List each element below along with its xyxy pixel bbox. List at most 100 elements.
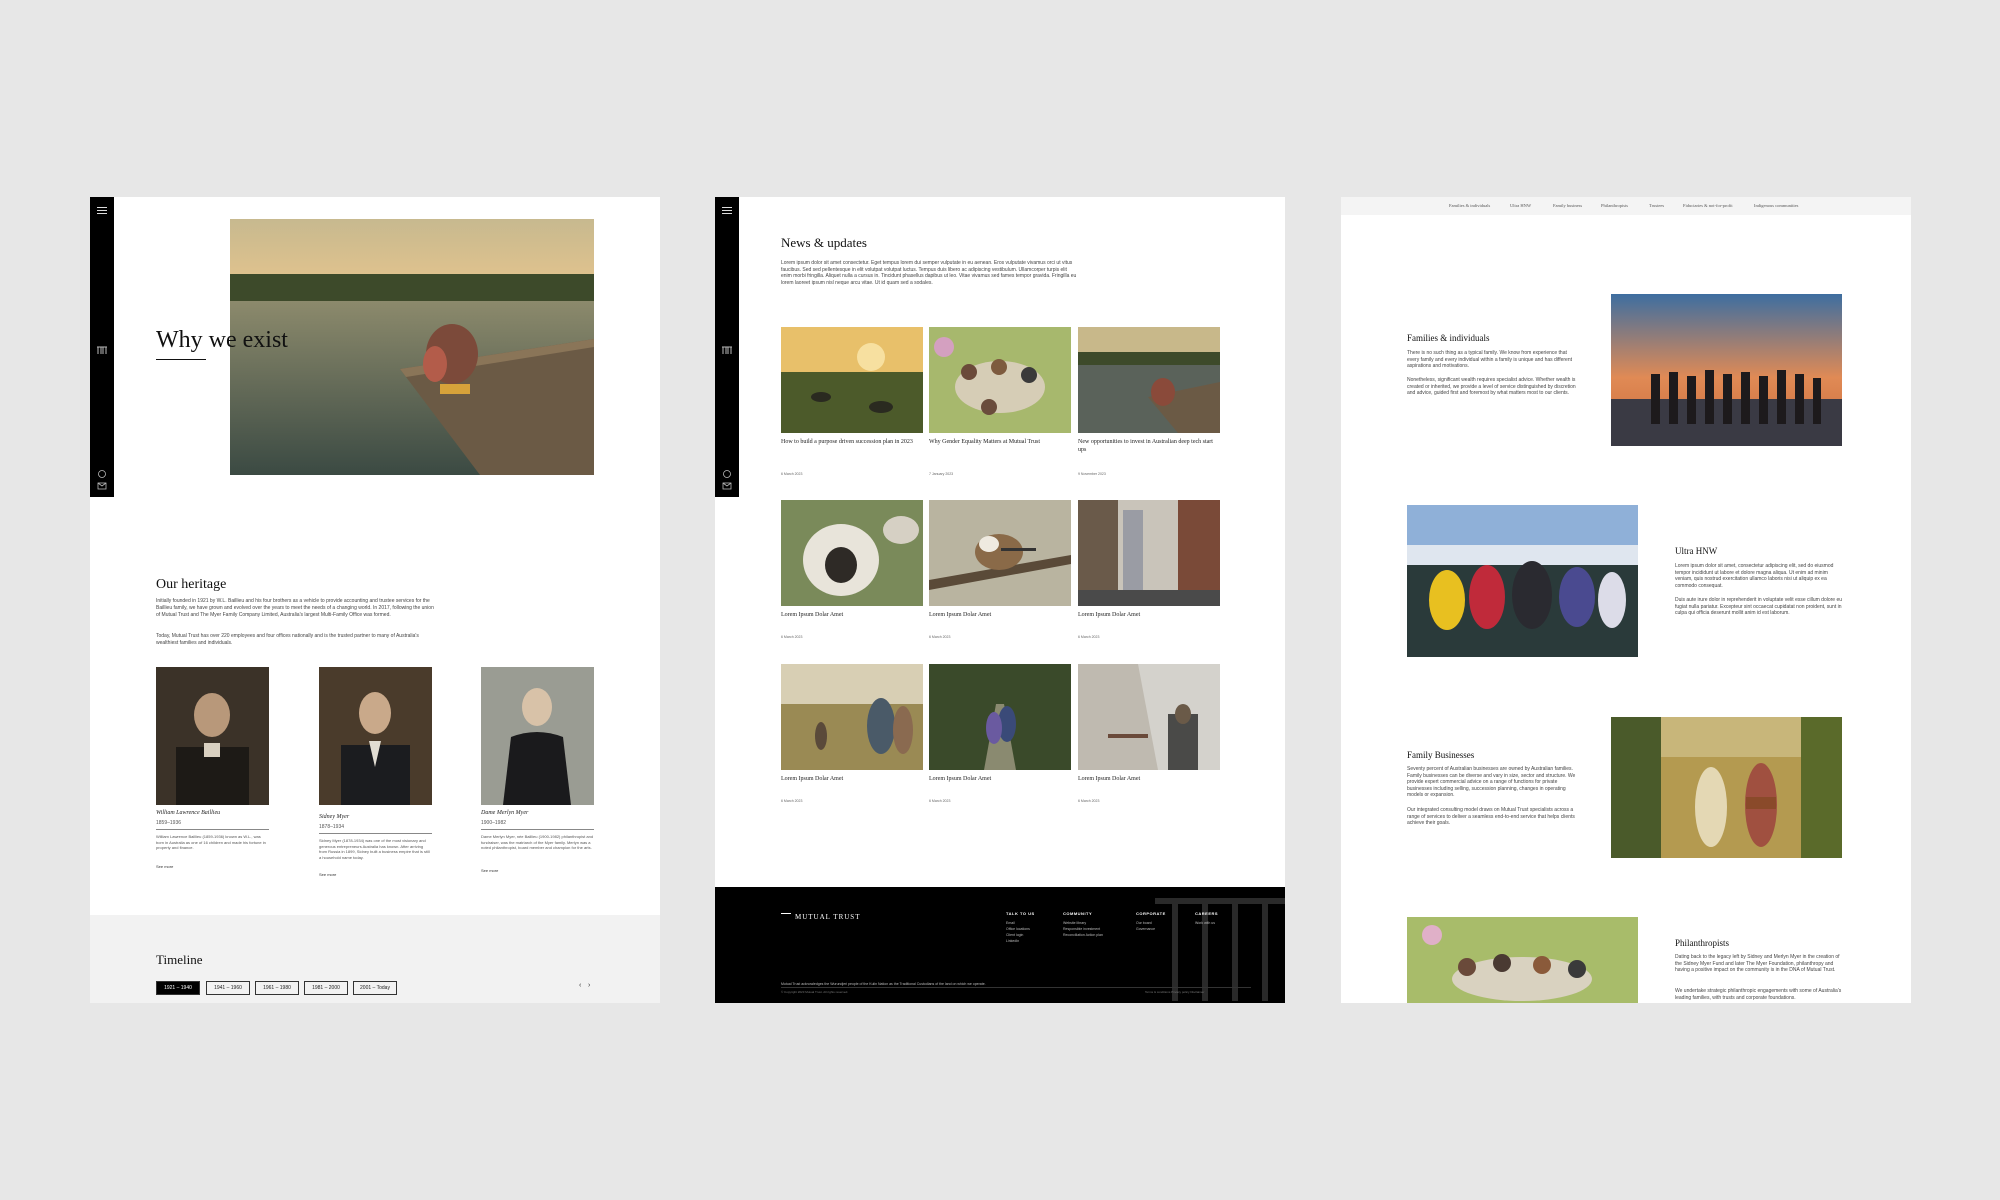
person-name: Sidney Myer [319,814,350,820]
news-card-title[interactable]: Lorem Ipsum Dolar Amet [929,611,1069,619]
segment-title: Philanthropists [1675,938,1730,948]
news-card-title[interactable]: How to build a purpose driven succession… [781,438,921,446]
news-card-date: 6 March 2023 [1078,635,1100,639]
segment-paragraph: Nonetheless, significant wealth requires… [1407,377,1576,396]
timeline-tab[interactable]: 1961 – 1980 [255,981,299,995]
news-card-title[interactable]: Lorem Ipsum Dolar Amet [781,775,921,783]
logo-icon[interactable] [96,345,108,355]
footer-column-heading: CAREERS [1195,911,1219,916]
segment-photo [1611,294,1842,446]
news-card-image[interactable] [1078,500,1220,606]
timeline-heading: Timeline [156,952,203,967]
sidebar [715,197,739,497]
nav-item[interactable]: Family business [1553,203,1582,208]
portrait-photo [319,667,432,805]
news-card-title[interactable]: Lorem Ipsum Dolar Amet [781,611,921,619]
news-card-date: 6 March 2023 [1078,799,1100,803]
footer-column: CAREERS Work with us [1195,911,1218,926]
news-card-date: 6 March 2023 [781,472,803,476]
page-title: Why we exist [156,327,288,353]
news-card-image[interactable] [1078,664,1220,770]
footer-column-heading: TALK TO US [1006,911,1035,916]
account-icon[interactable] [96,469,108,479]
person-bio: Sidney Myer (1878-1934) was one of the m… [319,838,430,860]
news-card-date: 6 March 2023 [929,635,951,639]
footer-link[interactable]: Governance [1136,926,1166,932]
segment-paragraph: Seventy percent of Australian businesses… [1407,766,1576,798]
person-bio: Dame Merlyn Myer, née Baillieu (1900-198… [481,834,594,850]
news-card-image[interactable] [781,664,923,770]
segment-title: Ultra HNW [1675,546,1718,556]
portrait-photo [481,667,594,805]
footer-column: COMMUNITY Website library Responsible in… [1063,911,1103,938]
footer-divider [781,987,1251,988]
news-page-panel: News & updates Lorem ipsum dolor sit ame… [715,197,1285,1003]
news-card-title[interactable]: Lorem Ipsum Dolar Amet [1078,775,1218,783]
see-more-link[interactable]: See more [481,868,498,873]
news-card-date: 7 January 2023 [929,472,954,476]
portrait-photo [156,667,269,805]
news-card-title[interactable]: Why Gender Equality Matters at Mutual Tr… [929,438,1069,446]
news-card-image[interactable] [781,500,923,606]
nav-item[interactable]: Trustees [1649,203,1664,208]
see-more-link[interactable]: See more [319,872,336,877]
news-card-image[interactable] [929,664,1071,770]
news-card-date: 6 March 2023 [781,799,803,803]
nav-item[interactable]: Philanthropists [1601,203,1628,208]
news-card-image[interactable] [1078,327,1220,433]
news-card-date: 6 March 2023 [929,799,951,803]
segment-paragraph: We undertake strategic philanthropic eng… [1675,988,1842,1001]
footer-link[interactable]: Work with us [1195,920,1218,926]
timeline-tab[interactable]: 2001 – Today [353,981,397,995]
news-card-date: 6 March 2023 [781,635,803,639]
heritage-paragraph-2: Today, Mutual Trust has over 220 employe… [156,633,419,646]
news-card-title[interactable]: New opportunities to invest in Australia… [1078,438,1218,454]
logo-icon [781,913,791,921]
heritage-heading: Our heritage [156,577,227,592]
news-card-title[interactable]: Lorem Ipsum Dolar Amet [929,775,1069,783]
heritage-page-panel: Why we exist Our heritage Initially foun… [90,197,660,1003]
footer-copyright: © Copyright 2023 Mutual Trust. All right… [781,990,849,994]
menu-icon[interactable] [96,205,108,215]
timeline-tab[interactable]: 1921 – 1940 [156,981,200,995]
news-heading: News & updates [781,235,867,250]
person-name: Dame Merlyn Myer [481,810,529,816]
news-card-title[interactable]: Lorem Ipsum Dolar Amet [1078,611,1218,619]
nav-item[interactable]: Indigenous communities [1754,203,1798,208]
footer-legal-links[interactable]: Terms & conditions Privacy policy Discla… [1145,990,1204,994]
news-card-image[interactable] [929,327,1071,433]
footer-link[interactable]: LinkedIn [1006,938,1035,944]
see-more-link[interactable]: See more [156,864,173,869]
mail-icon[interactable] [96,481,108,491]
footer-brand-logo[interactable]: MUTUAL TRUST [781,913,860,921]
segment-paragraph: Our integrated consulting model draws on… [1407,807,1575,826]
news-card-image[interactable] [929,500,1071,606]
timeline-tab[interactable]: 1941 – 1960 [206,981,250,995]
timeline-tab[interactable]: 1981 – 2000 [304,981,348,995]
logo-icon[interactable] [721,345,733,355]
services-page-panel: Families & individuals Ultra HNW Family … [1341,197,1911,1003]
person-years: 1900–1982 [481,820,507,826]
footer-watermark-logo-icon [1155,898,1285,1001]
news-card-image[interactable] [781,327,923,433]
divider [481,829,594,830]
segment-photo [1407,917,1638,1003]
footer-link[interactable]: Reconciliation Action plan [1063,932,1103,938]
news-intro: Lorem ipsum dolor sit amet consectetur. … [781,260,1077,286]
mail-icon[interactable] [721,481,733,491]
nav-item[interactable]: Fiduciaries & not-for-profit [1683,203,1733,208]
brand-name: MUTUAL TRUST [795,913,861,921]
nav-item[interactable]: Ultra HNW [1510,203,1531,208]
nav-item[interactable]: Families & individuals [1449,203,1490,208]
sidebar [90,197,114,497]
timeline-next-button[interactable]: › [588,982,590,989]
account-icon[interactable] [721,469,733,479]
person-bio: William Lawrence Baillieu (1859-1936) kn… [156,834,266,850]
timeline-prev-button[interactable]: ‹ [579,982,581,989]
divider [319,833,432,834]
segment-paragraph: Lorem ipsum dolor sit amet, consectetur … [1675,563,1834,589]
footer-column-heading: COMMUNITY [1063,911,1093,916]
segment-title: Families & individuals [1407,333,1490,343]
person-years: 1859–1936 [156,820,182,826]
menu-icon[interactable] [721,205,733,215]
